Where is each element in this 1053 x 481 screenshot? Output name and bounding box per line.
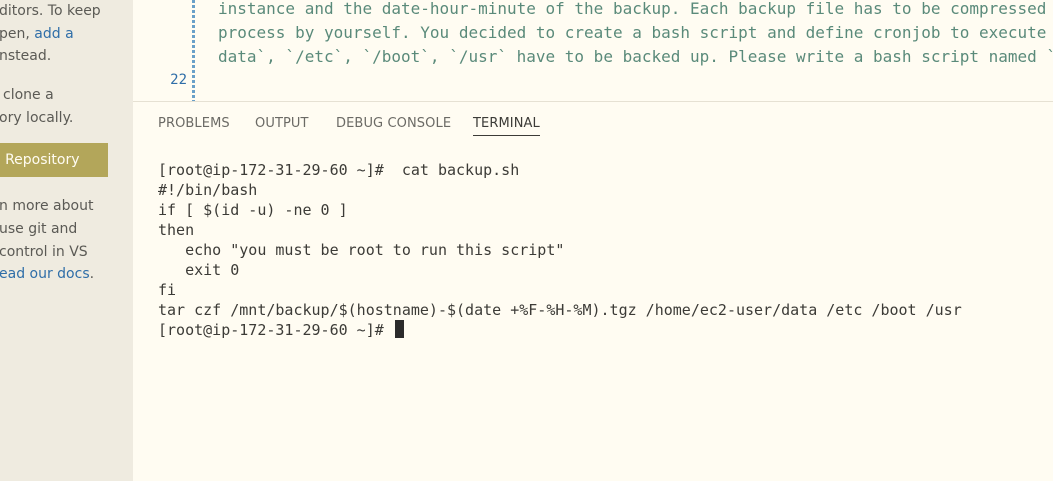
sidebar-text: n more about bbox=[0, 198, 94, 214]
add-link[interactable]: add a bbox=[34, 26, 73, 42]
terminal-prompt-line[interactable]: [root@ip-172-31-29-60 ~]# bbox=[158, 320, 1038, 340]
sidebar-text: nstead. bbox=[0, 48, 52, 64]
sidebar-text: ory locally. bbox=[0, 110, 74, 126]
editor[interactable]: 22 instance and the date-hour-minute of … bbox=[133, 0, 1053, 101]
tab-terminal[interactable]: TERMINAL bbox=[473, 116, 540, 136]
sidebar-text: use git and bbox=[0, 221, 78, 237]
terminal-line: tar czf /mnt/backup/$(hostname)-$(date +… bbox=[158, 301, 962, 319]
terminal-line: [root@ip-172-31-29-60 ~]# cat backup.sh bbox=[158, 161, 520, 179]
tab-output[interactable]: OUTPUT bbox=[255, 116, 309, 135]
editor-line: data`, `/etc`, `/boot`, `/usr` have to b… bbox=[218, 47, 1053, 66]
docs-link[interactable]: ead our docs bbox=[0, 266, 90, 282]
editor-line: instance and the date-hour-minute of the… bbox=[218, 0, 1047, 18]
sidebar-text: pen, add a bbox=[0, 26, 74, 42]
tab-debug-console[interactable]: DEBUG CONSOLE bbox=[336, 116, 451, 135]
sidebar-text: control in VS bbox=[0, 244, 88, 260]
sidebar-text: clone a bbox=[3, 87, 54, 103]
terminal-line: fi bbox=[158, 281, 177, 299]
clone-repository-button[interactable]: e Repository bbox=[0, 143, 108, 177]
bottom-panel: PROBLEMS OUTPUT DEBUG CONSOLE TERMINAL [… bbox=[133, 101, 1053, 481]
terminal-line: if [ $(id -u) -ne 0 ] bbox=[158, 201, 348, 219]
editor-gutter: 22 bbox=[133, 0, 195, 101]
terminal-line: echo "you must be root to run this scrip… bbox=[158, 241, 565, 259]
terminal-line: then bbox=[158, 221, 195, 239]
sidebar-text: ditors. To keep bbox=[0, 3, 101, 19]
tab-problems[interactable]: PROBLEMS bbox=[158, 116, 230, 135]
terminal-cursor bbox=[394, 320, 404, 338]
modified-line-indicator bbox=[192, 0, 195, 101]
terminal-output[interactable]: [root@ip-172-31-29-60 ~]# cat backup.sh … bbox=[158, 160, 1038, 340]
terminal-prompt: [root@ip-172-31-29-60 ~]# bbox=[158, 321, 393, 339]
editor-line: process by yourself. You decided to crea… bbox=[218, 23, 1047, 42]
terminal-line: exit 0 bbox=[158, 261, 240, 279]
terminal-line: #!/bin/bash bbox=[158, 181, 258, 199]
source-control-sidebar: ditors. To keep pen, add a nstead. clone… bbox=[0, 0, 133, 481]
line-number: 22 bbox=[170, 72, 187, 88]
docs-line: ead our docs. bbox=[0, 266, 95, 282]
